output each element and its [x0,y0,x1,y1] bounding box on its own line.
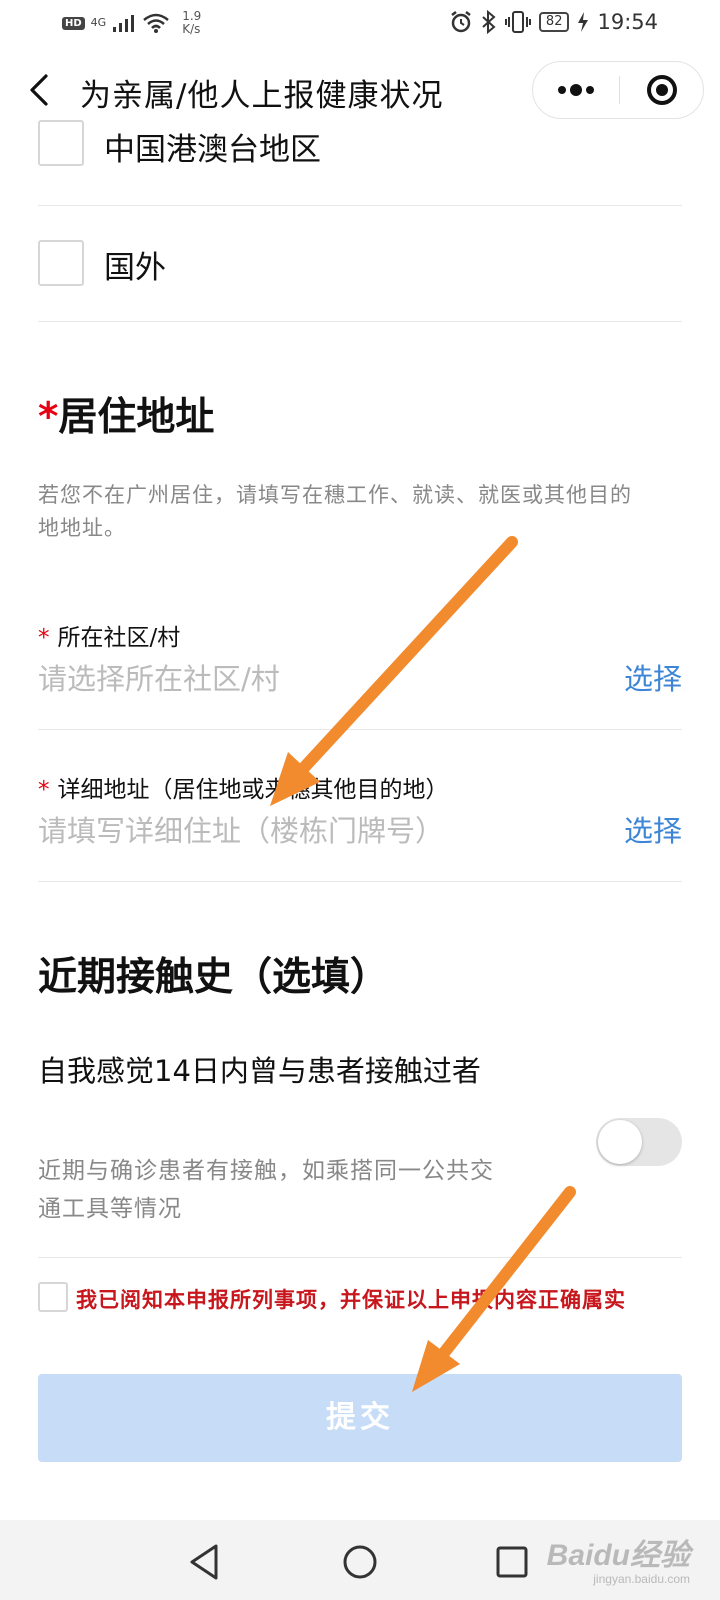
community-select-button[interactable]: 选择 [624,656,682,698]
contact-hint: 近期与确诊患者有接触，如乘搭同一公共交通工具等情况 [38,1158,494,1222]
required-mark: * [38,777,50,803]
triangle-back-icon [190,1544,218,1580]
detail-address-field: * 详细地址（居住地或来穗其他目的地） 请填写详细住址（楼栋门牌号） 选择 [38,730,682,882]
community-input[interactable]: 请选择所在社区/村 [38,656,578,698]
battery-level: 82 [538,12,570,32]
miniprogram-capsule [532,61,704,119]
charging-icon [578,12,589,32]
circle-home-icon [343,1545,377,1579]
back-button[interactable] [24,70,60,110]
region-option-label: 国外 [104,250,166,286]
speed-unit: K/s [182,22,201,36]
detail-address-select-button[interactable]: 选择 [624,808,682,850]
network-speed: 1.9 K/s [182,10,201,36]
status-bar: HD 4G 1.9 K/s 82 19:54 [0,0,720,48]
region-checkbox[interactable] [38,120,84,166]
address-hint: 若您不在广州居住，请填写在穗工作、就读、就医或其他目的地地址。 [38,483,632,540]
network-label: 4G [90,16,107,29]
watermark-sub: jingyan.baidu.com [593,1572,690,1586]
nav-back-button[interactable] [182,1540,230,1584]
region-option-label: 中国港澳台地区 [104,132,321,168]
contact-toggle-row: 自我感觉14日内曾与患者接触过者 近期与确诊患者有接触，如乘搭同一公共交通工具等… [38,1028,682,1258]
square-recents-icon [496,1546,528,1578]
status-left: HD 4G 1.9 K/s [62,10,201,36]
contact-toggle-switch[interactable] [596,1118,682,1166]
agreement-row: 我已阅知本申报所列事项，并保证以上申报内容正确属实 [38,1272,682,1322]
agreement-text: 我已阅知本申报所列事项，并保证以上申报内容正确属实 [76,1288,626,1312]
more-dots-icon [558,84,594,96]
chevron-left-icon [30,74,48,106]
nav-recents-button[interactable] [488,1540,536,1584]
detail-address-label-text: 详细地址（居住地或来穗其他目的地） [57,777,449,803]
submit-button[interactable]: 提交 [38,1374,682,1462]
region-option-hk-macau-taiwan[interactable]: 中国港澳台地区 [38,120,682,206]
nav-home-button[interactable] [336,1540,384,1584]
signal-icon [113,15,135,32]
region-option-abroad[interactable]: 国外 [38,206,682,322]
community-field: * 所在社区/村 请选择所在社区/村 选择 [38,578,682,730]
alarm-icon [451,11,471,33]
detail-address-label: * 详细地址（居住地或来穗其他目的地） [38,770,449,804]
status-right: 82 19:54 [449,10,658,34]
contact-question: 自我感觉14日内曾与患者接触过者 [38,1054,481,1088]
watermark-main: Baidu经验 [546,1539,690,1572]
title-bar: 为亲属/他人上报健康状况 [0,58,720,122]
wifi-icon [143,13,170,33]
page-title: 为亲属/他人上报健康状况 [80,78,444,114]
hd-badge: HD [62,16,85,30]
address-section-title: *居住地址 [38,386,214,442]
required-mark: * [38,625,50,651]
required-mark: * [38,395,59,440]
bluetooth-icon [482,10,496,34]
address-title-text: 居住地址 [58,395,215,440]
target-circle-icon [647,75,677,105]
vibrate-icon [504,11,531,33]
more-button[interactable] [533,62,619,118]
toggle-knob [598,1120,642,1164]
region-checkbox[interactable] [38,240,84,286]
baidu-watermark: Baidu经验 jingyan.baidu.com [547,1530,690,1586]
community-label-text: 所在社区/村 [57,625,181,651]
agreement-checkbox[interactable] [38,1282,68,1312]
detail-address-input[interactable]: 请填写详细住址（楼栋门牌号） [38,808,578,850]
close-miniprogram-button[interactable] [620,62,704,118]
clock: 19:54 [597,10,658,34]
contact-section-title: 近期接触史（选填） [38,955,390,1000]
community-label: * 所在社区/村 [38,618,180,652]
